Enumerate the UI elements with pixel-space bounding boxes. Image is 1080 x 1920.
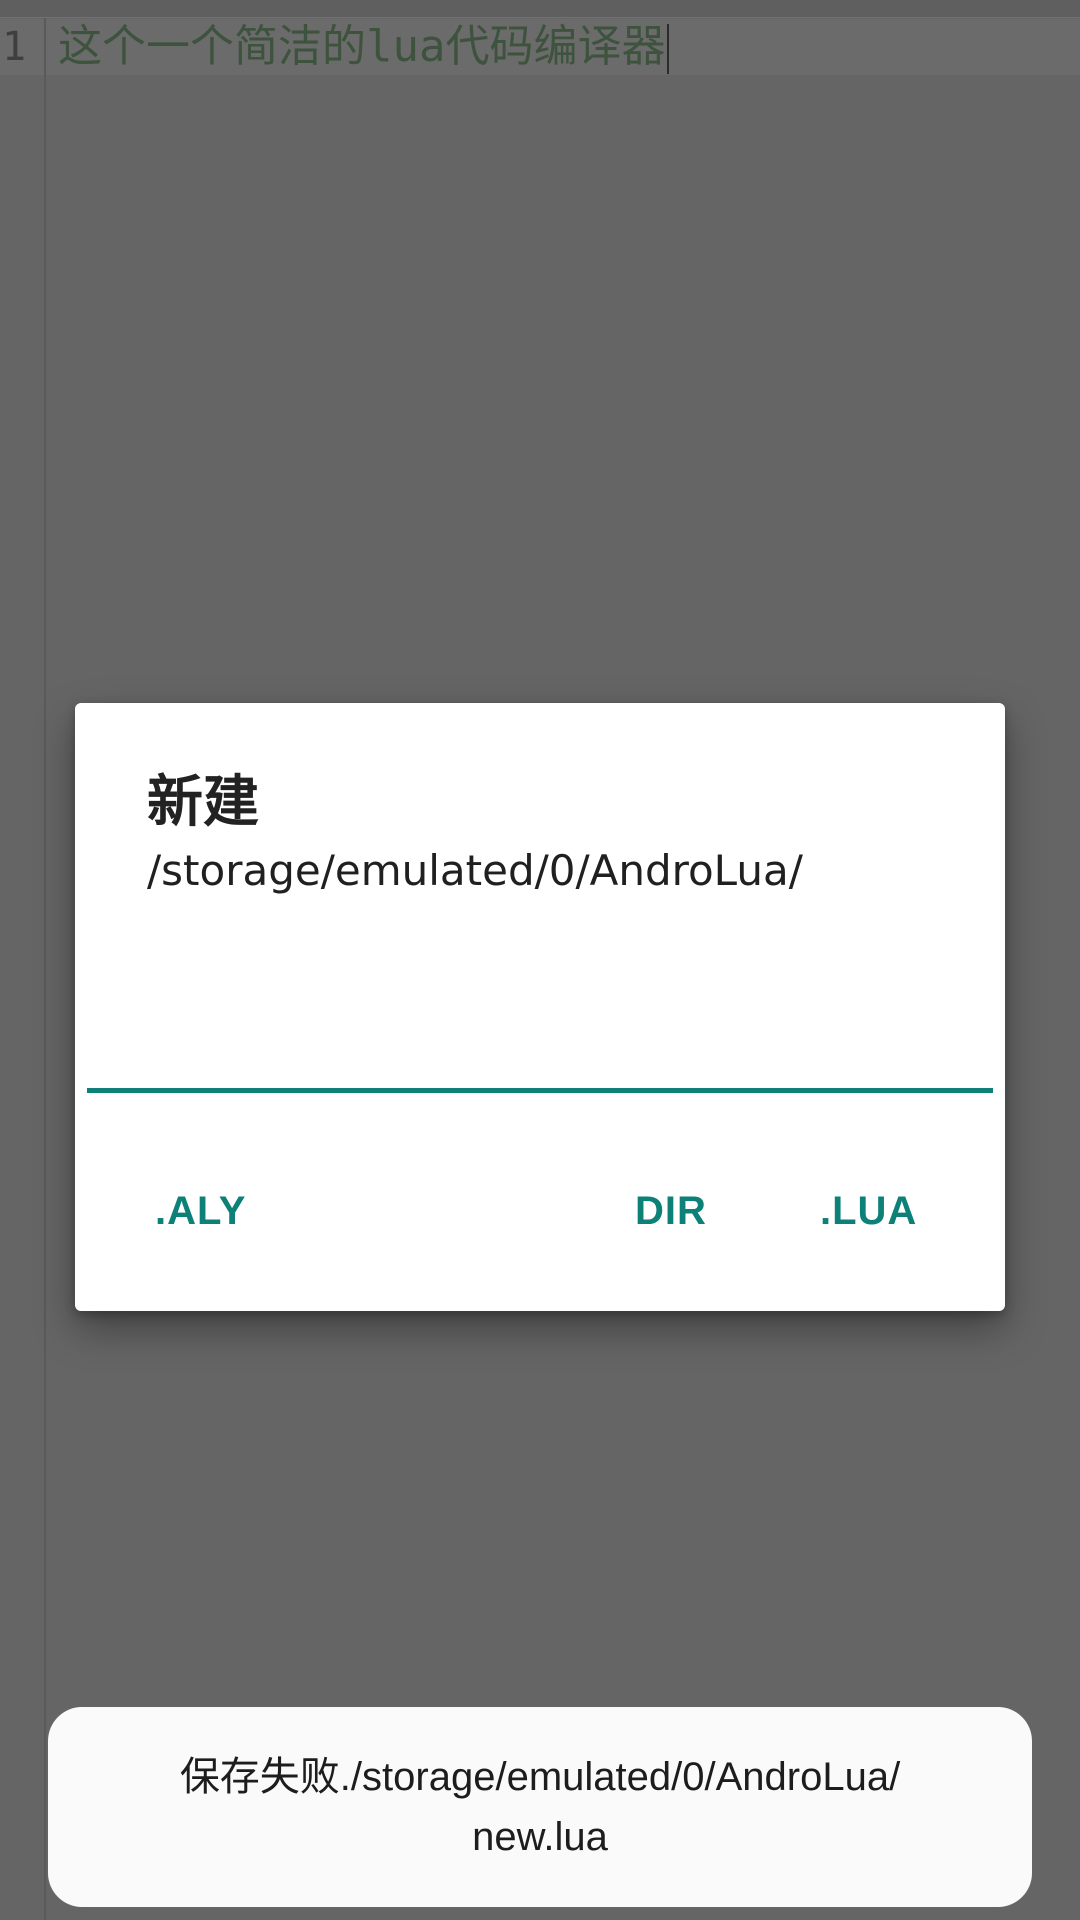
new-aly-button[interactable]: .ALY xyxy=(155,1165,246,1257)
new-dir-button[interactable]: DIR xyxy=(635,1165,707,1257)
toast-line-2: new.lua xyxy=(472,1815,608,1859)
screen: 1 这个一个简洁的lua代码编译器 新建 /storage/emulated/0… xyxy=(0,0,1080,1920)
dialog-title: 新建 xyxy=(147,770,259,835)
input-underline xyxy=(87,1088,993,1093)
toast-line-1: 保存失败./storage/emulated/0/AndroLua/ xyxy=(179,1755,901,1799)
new-lua-button[interactable]: .LUA xyxy=(820,1165,917,1257)
text-cursor xyxy=(667,24,670,74)
line-number-gutter-divider xyxy=(44,18,46,1920)
line-number: 1 xyxy=(2,24,27,70)
dialog-path: /storage/emulated/0/AndroLua/ xyxy=(147,846,803,895)
toast-text: 保存失败./storage/emulated/0/AndroLua/ new.l… xyxy=(180,1747,900,1867)
code-text: 这个一个简洁的lua代码编译器 xyxy=(58,21,666,72)
new-file-dialog: 新建 /storage/emulated/0/AndroLua/ .ALY DI… xyxy=(75,703,1005,1311)
toast-message: 保存失败./storage/emulated/0/AndroLua/ new.l… xyxy=(48,1707,1032,1907)
code-editor-line[interactable]: 这个一个简洁的lua代码编译器 xyxy=(58,19,670,75)
filename-input[interactable] xyxy=(87,953,993,1053)
status-bar-strip xyxy=(0,0,1080,18)
